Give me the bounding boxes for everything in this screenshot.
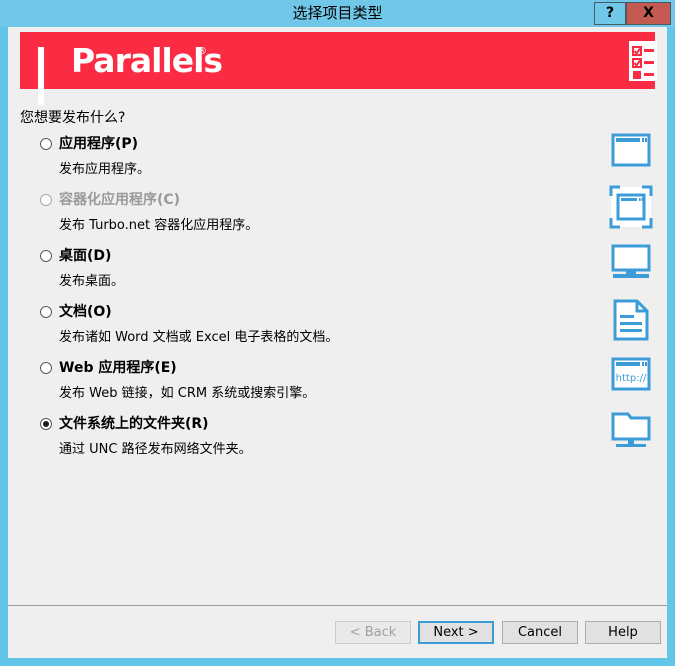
- option-web-application-description: 发布 Web 链接，如 CRM 系统或搜索引擎。: [59, 386, 316, 401]
- wizard-window: 选择项目类型 ? X Parallels ® 您想要发布什么? 应用程序(P) …: [0, 0, 675, 666]
- registered-trademark-icon: ®: [197, 46, 207, 57]
- radio-web-application[interactable]: [40, 362, 52, 374]
- logo-bars-icon: [38, 47, 49, 105]
- option-document-label[interactable]: 文档(O): [59, 301, 112, 321]
- brand-header: Parallels ®: [20, 32, 657, 105]
- close-button[interactable]: X: [626, 2, 671, 25]
- next-button[interactable]: Next >: [418, 621, 494, 644]
- option-application[interactable]: 应用程序(P) 发布应用程序。: [8, 133, 667, 189]
- dialog-panel: Parallels ® 您想要发布什么? 应用程序(P) 发布应用程序。 容器化…: [8, 27, 667, 658]
- option-file-system-folder-label[interactable]: 文件系统上的文件夹(R): [59, 413, 209, 433]
- web-browser-icon: http://: [604, 353, 656, 401]
- publish-type-option-list: 应用程序(P) 发布应用程序。 容器化应用程序(C) 发布 Turbo.net …: [8, 133, 667, 469]
- option-desktop-description: 发布桌面。: [59, 274, 125, 289]
- title-help-button[interactable]: ?: [594, 2, 626, 25]
- cancel-button[interactable]: Cancel: [502, 621, 578, 644]
- help-button[interactable]: Help: [585, 621, 661, 644]
- option-desktop-label[interactable]: 桌面(D): [59, 245, 111, 265]
- option-web-application[interactable]: Web 应用程序(E) 发布 Web 链接，如 CRM 系统或搜索引擎。 htt…: [8, 357, 667, 413]
- document-icon: [604, 297, 656, 345]
- option-file-system-folder[interactable]: 文件系统上的文件夹(R) 通过 UNC 路径发布网络文件夹。: [8, 412, 667, 469]
- web-icon-text: http://: [616, 373, 647, 384]
- application-window-icon: [604, 129, 656, 177]
- radio-file-system-folder[interactable]: [40, 418, 52, 430]
- checklist-icon: [624, 41, 662, 81]
- option-document[interactable]: 文档(O) 发布诸如 Word 文档或 Excel 电子表格的文档。: [8, 299, 667, 357]
- option-desktop[interactable]: 桌面(D) 发布桌面。: [8, 244, 667, 301]
- window-title: 选择项目类型: [292, 4, 383, 22]
- option-file-system-folder-description: 通过 UNC 路径发布网络文件夹。: [59, 442, 252, 457]
- desktop-monitor-icon: [604, 241, 656, 289]
- option-application-label[interactable]: 应用程序(P): [59, 133, 138, 153]
- radio-containerized-application: [40, 194, 52, 206]
- option-containerized-application: 容器化应用程序(C) 发布 Turbo.net 容器化应用程序。: [8, 185, 667, 245]
- option-web-application-label[interactable]: Web 应用程序(E): [59, 357, 177, 377]
- containerized-application-icon: [604, 185, 656, 233]
- option-application-description: 发布应用程序。: [59, 162, 151, 177]
- network-folder-icon: [604, 409, 656, 457]
- page-question: 您想要发布什么?: [20, 110, 126, 126]
- back-button[interactable]: < Back: [335, 621, 411, 644]
- radio-application[interactable]: [40, 138, 52, 150]
- option-containerized-application-description: 发布 Turbo.net 容器化应用程序。: [59, 218, 259, 233]
- button-bar: < Back Next > Cancel Help: [8, 606, 667, 658]
- option-containerized-application-label: 容器化应用程序(C): [59, 192, 181, 208]
- option-document-description: 发布诸如 Word 文档或 Excel 电子表格的文档。: [59, 330, 339, 345]
- radio-document[interactable]: [40, 306, 52, 318]
- radio-desktop[interactable]: [40, 250, 52, 262]
- title-bar: 选择项目类型 ? X: [0, 0, 675, 27]
